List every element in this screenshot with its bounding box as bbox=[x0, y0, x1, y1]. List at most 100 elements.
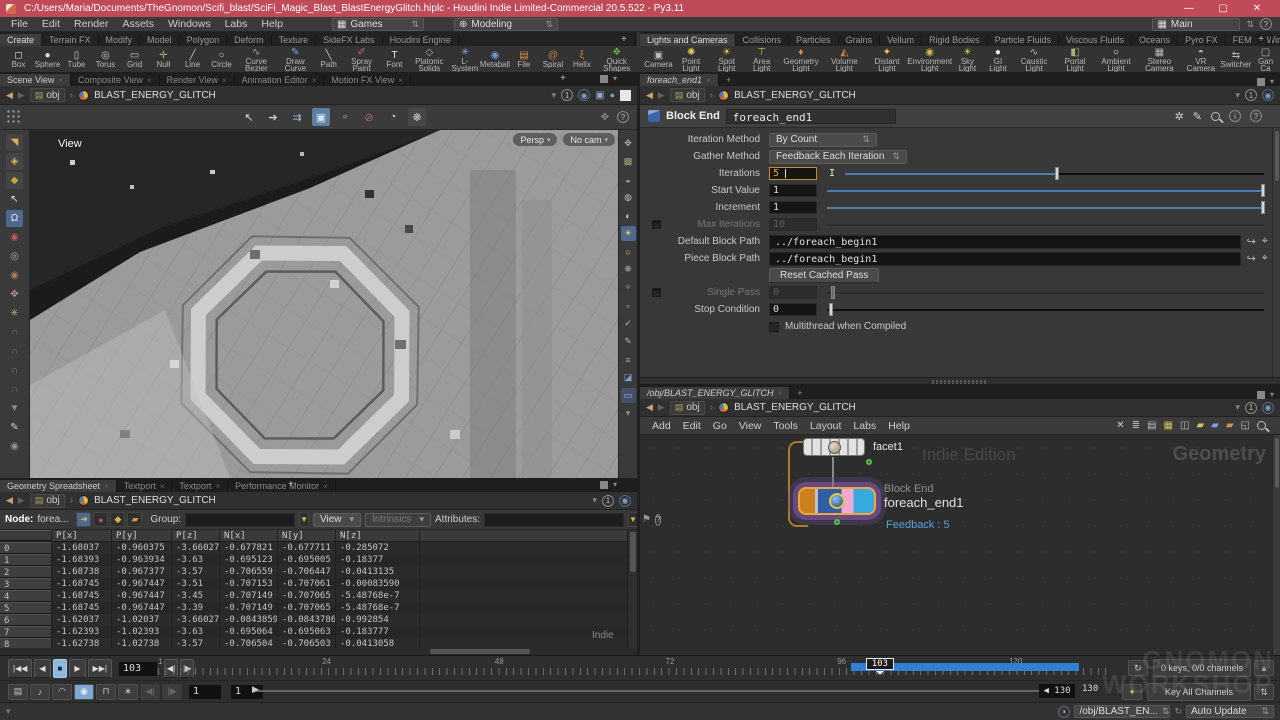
help-icon[interactable]: ? bbox=[655, 514, 661, 526]
menu-item[interactable]: Go bbox=[707, 420, 733, 432]
slider-handle[interactable] bbox=[1261, 184, 1265, 197]
sheet-scrollbar[interactable] bbox=[627, 530, 637, 648]
pane-menu[interactable]: ▾ bbox=[600, 480, 623, 489]
range-start-handle[interactable]: ▶ bbox=[252, 684, 259, 695]
link-badge[interactable]: 1 bbox=[1245, 89, 1257, 101]
nav-forward-icon[interactable]: ▶ bbox=[18, 90, 25, 101]
shelf-tab[interactable]: Texture bbox=[272, 34, 317, 46]
cell[interactable]: -0.677711 bbox=[278, 542, 336, 554]
help-icon[interactable]: ? bbox=[1250, 110, 1262, 122]
table-row[interactable]: 8-1.62738-1.02738-3.57-0.706504-0.706503… bbox=[0, 638, 627, 648]
link-badge[interactable]: 1 bbox=[561, 89, 573, 101]
sheet-hscrollbar[interactable] bbox=[0, 648, 637, 655]
menu-item[interactable]: Layout bbox=[804, 420, 848, 432]
node-value[interactable]: forea... bbox=[37, 514, 68, 525]
viewport-tool-icon[interactable]: ⊘ bbox=[360, 108, 378, 126]
shelf-tool[interactable]: ○ Circle bbox=[207, 50, 236, 68]
column-header[interactable]: N[y] bbox=[278, 530, 336, 541]
key-scope-spinner[interactable]: ⇅ bbox=[1254, 684, 1274, 700]
cell[interactable]: -1.62738 bbox=[52, 638, 112, 648]
cell[interactable]: -1.62037 bbox=[52, 614, 112, 626]
nav-forward-icon[interactable]: ▶ bbox=[658, 90, 665, 101]
cell[interactable]: -0.707065 bbox=[278, 602, 336, 614]
display-option-icon[interactable]: ◪ bbox=[621, 370, 636, 385]
node-name-field[interactable]: foreach_end1 bbox=[726, 109, 896, 124]
cell[interactable]: -0.695063 bbox=[278, 626, 336, 638]
close-button[interactable]: ✕ bbox=[1240, 3, 1274, 14]
info-icon[interactable]: i bbox=[1229, 110, 1241, 122]
viewport-tool-icon[interactable]: ❋ bbox=[408, 108, 426, 126]
row-index[interactable]: 1 bbox=[0, 554, 52, 566]
menu-item[interactable]: Labs bbox=[847, 420, 882, 432]
network-editor[interactable]: Geometry Indie Edition facet1 Block End … bbox=[640, 435, 1280, 655]
sheet-mode-icon[interactable]: ▰ bbox=[127, 512, 142, 527]
shelf-tool[interactable]: ✦ Distant Light bbox=[866, 47, 908, 72]
edit-icon[interactable]: ✎ bbox=[1193, 110, 1202, 123]
cell[interactable]: -3.51 bbox=[172, 578, 220, 590]
close-icon[interactable]: × bbox=[706, 76, 711, 85]
keyframe-options-icon[interactable]: ↻ bbox=[1128, 660, 1148, 676]
jump-to-node-icon[interactable]: ↪ bbox=[1247, 252, 1256, 265]
cell[interactable]: -0.706503 bbox=[278, 638, 336, 648]
path-node-label[interactable]: BLAST_ENERGY_GLITCH bbox=[734, 402, 856, 413]
nav-back-icon[interactable]: ◀ bbox=[646, 90, 653, 101]
camera-select[interactable]: No cam▾ bbox=[563, 133, 615, 146]
presets-icon[interactable]: ✲ bbox=[1175, 110, 1184, 123]
display-option-icon[interactable]: ✎ bbox=[621, 334, 636, 349]
row-index[interactable]: 8 bbox=[0, 638, 52, 648]
cell[interactable]: -0.992854 bbox=[336, 614, 420, 626]
single-pass-checkbox[interactable] bbox=[652, 288, 661, 297]
close-icon[interactable]: × bbox=[398, 76, 403, 85]
shelf-tab[interactable]: Houdini Engine bbox=[383, 34, 459, 46]
node-output-flag[interactable] bbox=[834, 519, 840, 525]
column-header[interactable]: P[y] bbox=[112, 530, 172, 541]
cell[interactable]: -1.02393 bbox=[112, 626, 172, 638]
path-root-chip[interactable]: ▤ obj bbox=[670, 88, 705, 102]
cell[interactable]: -0.707065 bbox=[278, 590, 336, 602]
projection-select[interactable]: Persp▾ bbox=[513, 133, 557, 146]
chevron-down-icon[interactable]: ▾ bbox=[1235, 402, 1240, 413]
cell[interactable]: -0.707061 bbox=[278, 578, 336, 590]
row-index[interactable]: 6 bbox=[0, 614, 52, 626]
shelf-tab[interactable]: Terrain FX bbox=[42, 34, 99, 46]
shelf-tab[interactable]: Rigid Bodies bbox=[922, 34, 988, 46]
message-bubble-icon[interactable]: ◗ bbox=[1058, 706, 1070, 718]
shelf-tab[interactable]: Particle Fluids bbox=[988, 34, 1060, 46]
group-input[interactable] bbox=[185, 513, 295, 527]
pane-tab[interactable]: Motion FX View × bbox=[324, 74, 411, 86]
stop-button[interactable]: ■ bbox=[53, 659, 68, 678]
network-tool-icon[interactable]: ▤ bbox=[1147, 420, 1156, 431]
nav-forward-icon[interactable]: ▶ bbox=[18, 495, 25, 506]
cell[interactable]: -0.707153 bbox=[220, 578, 278, 590]
table-row[interactable]: 4-1.68745-0.967447-3.45-0.707149-0.70706… bbox=[0, 590, 627, 602]
cell[interactable]: -1.62393 bbox=[52, 626, 112, 638]
viewport-mode-icon[interactable]: ✥ bbox=[6, 286, 23, 303]
shelf-tool[interactable]: ▯ Tube bbox=[62, 50, 91, 68]
close-icon[interactable]: × bbox=[215, 482, 220, 491]
viewport-mode-icon[interactable]: ◉ bbox=[6, 267, 23, 284]
shelf-tab[interactable]: Particles bbox=[789, 34, 839, 46]
viewport-mode-icon[interactable]: ✎ bbox=[6, 419, 23, 436]
display-option-icon[interactable]: ≡ bbox=[621, 352, 636, 367]
shelf-tab[interactable]: Oceans bbox=[1132, 34, 1178, 46]
row-index[interactable]: 3 bbox=[0, 578, 52, 590]
scene-viewport[interactable] bbox=[0, 130, 637, 478]
shelf-tool[interactable]: T Font bbox=[380, 50, 409, 68]
close-icon[interactable]: × bbox=[147, 76, 152, 85]
stop-condition-slider[interactable] bbox=[827, 303, 1264, 316]
cell[interactable]: -0.967377 bbox=[112, 566, 172, 578]
column-header[interactable]: N[z] bbox=[336, 530, 420, 541]
cell[interactable]: -0.0413058 bbox=[336, 638, 420, 648]
chevron-down-icon[interactable]: ▾ bbox=[592, 495, 597, 506]
cell[interactable]: -0.967447 bbox=[112, 578, 172, 590]
nav-back-icon[interactable]: ◀ bbox=[646, 402, 653, 413]
cell[interactable]: -3.63 bbox=[172, 626, 220, 638]
menu-item[interactable]: Help bbox=[882, 420, 916, 432]
shelf-tool[interactable]: ○ Ambient Light bbox=[1094, 47, 1137, 72]
cell[interactable]: -3.57 bbox=[172, 566, 220, 578]
playback-option-icon[interactable]: ◉ bbox=[74, 684, 94, 700]
pane-tab[interactable]: /obj/BLAST_ENERGY_GLITCH × bbox=[640, 387, 790, 399]
shelf-tool[interactable]: ✛ Null bbox=[149, 50, 178, 68]
status-expand-icon[interactable]: ▾ bbox=[6, 706, 11, 717]
pane-tab[interactable]: Render View × bbox=[160, 74, 235, 86]
